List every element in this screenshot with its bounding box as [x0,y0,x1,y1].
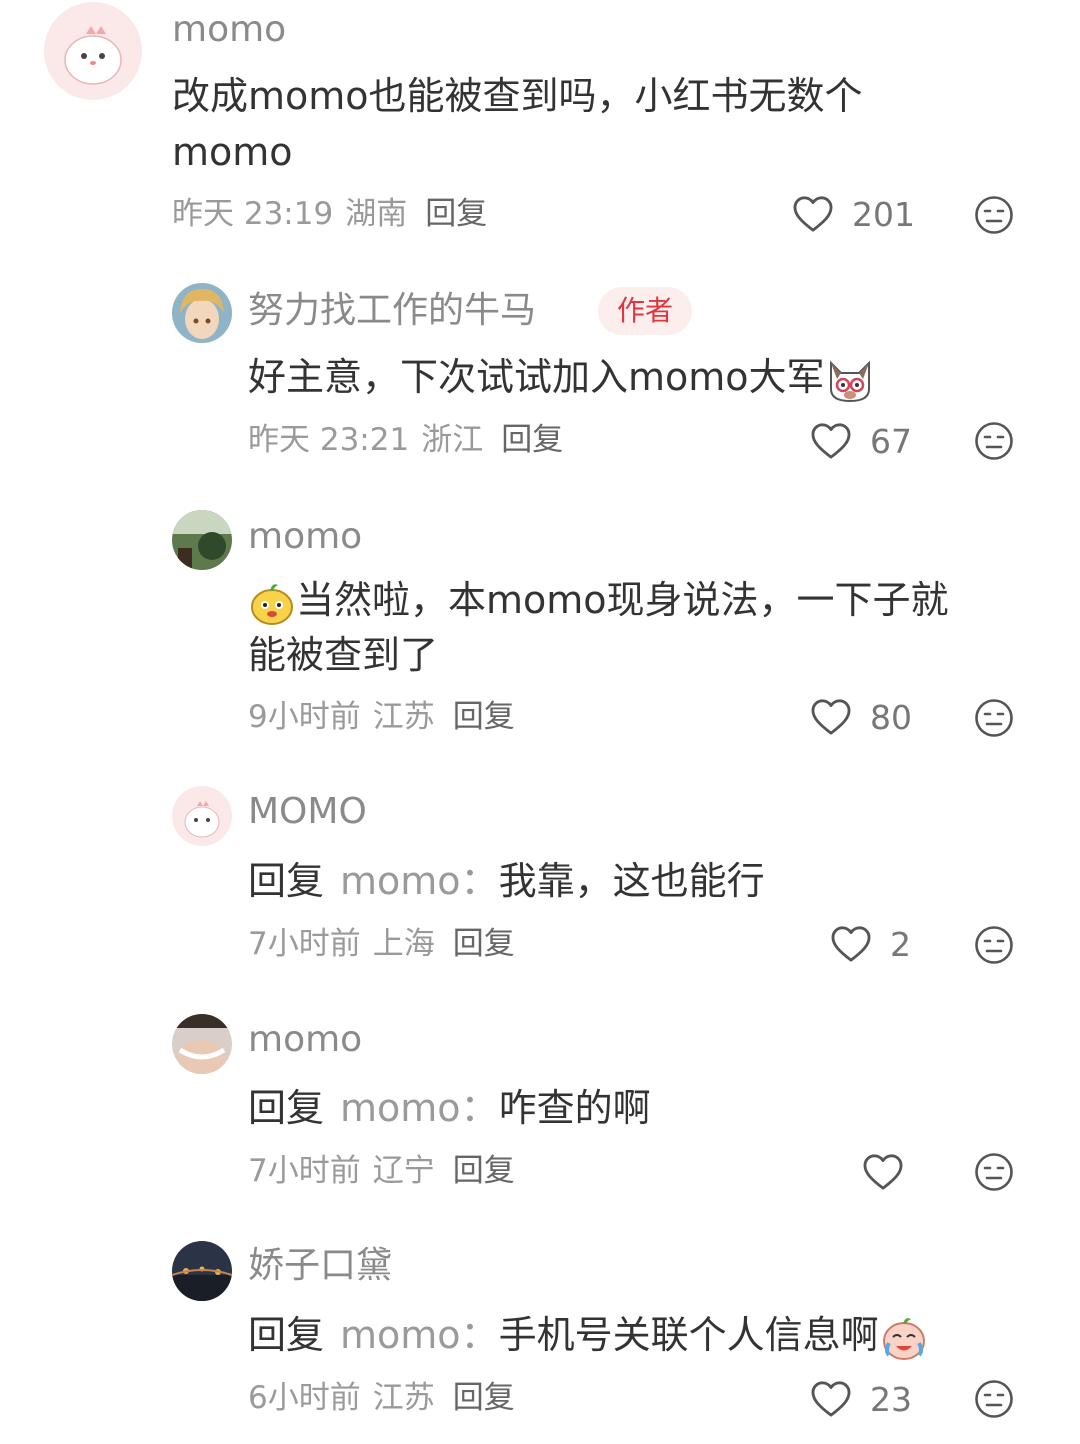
neutral-face-icon[interactable] [974,195,1014,235]
avatar[interactable] [172,786,232,846]
comment-text-line2: momo [172,130,293,174]
reply-prefix: 回复 [248,859,325,903]
heart-outline-icon [810,1380,852,1418]
comment-meta: 昨天 23:21 浙江 回复 [248,420,575,460]
comment-text-body: 我靠，这也能行 [498,859,765,903]
reply-button[interactable]: 回复 [453,699,515,735]
username[interactable]: MOMO [248,790,367,834]
yellow-character-emoji-icon [251,583,293,625]
timestamp: 9小时前 [248,699,361,735]
like-button[interactable] [862,1150,922,1194]
like-button[interactable]: 80 [810,695,912,739]
username[interactable]: momo [248,515,362,559]
like-button[interactable]: 2 [830,922,911,966]
like-count: 23 [870,1379,912,1419]
comment-text-body: 好主意，下次试试加入momo大军 [248,355,825,399]
reply-target-user[interactable]: momo： [340,859,499,903]
avatar[interactable] [172,1241,232,1301]
timestamp: 7小时前 [248,926,361,962]
comment-text: 回复 momo：手机号关联个人信息啊 [248,1307,929,1363]
comment-meta: 6小时前 江苏 回复 [248,1378,527,1418]
location: 辽宁 [372,1153,435,1189]
neutral-face-icon[interactable] [974,1379,1014,1419]
heart-outline-icon [830,925,872,963]
heart-outline-icon [810,698,852,736]
like-count: 80 [870,697,912,737]
comment-text-body: 当然啦，本momo现身说法，一下子就 [296,578,949,622]
crying-laughing-emoji-icon [882,1317,925,1360]
reply-prefix: 回复 [248,1086,325,1130]
username[interactable]: momo [172,8,286,52]
timestamp: 昨天 23:19 [172,196,334,232]
heart-outline-icon [810,422,852,460]
like-button[interactable]: 67 [810,419,912,463]
timestamp: 6小时前 [248,1380,361,1416]
cat-emoji-icon [829,360,870,402]
reply-prefix: 回复 [248,1313,325,1357]
like-count: 201 [852,194,915,234]
neutral-face-icon[interactable] [974,925,1014,965]
comment-text: 当然啦，本momo现身说法，一下子就 [248,572,949,628]
comment-meta: 9小时前 江苏 回复 [248,697,527,737]
heart-outline-icon [862,1153,904,1191]
like-count: 2 [890,924,911,964]
timestamp: 7小时前 [248,1153,361,1189]
location: 上海 [372,926,435,962]
username[interactable]: momo [248,1018,362,1062]
comment-text-line2: 能被查到了 [248,633,439,677]
location: 湖南 [345,196,408,232]
comment-text-body: 咋查的啊 [498,1086,651,1130]
timestamp: 昨天 23:21 [248,422,410,458]
neutral-face-icon[interactable] [974,698,1014,738]
comment-text: 好主意，下次试试加入momo大军 [248,349,875,405]
reply-target-user[interactable]: momo： [340,1086,499,1130]
avatar[interactable] [172,283,232,343]
comment-meta: 7小时前 上海 回复 [248,924,527,964]
avatar[interactable] [172,510,232,570]
location: 江苏 [372,1380,435,1416]
username[interactable]: 娇子口黛 [248,1244,392,1288]
comment-text: 改成momo也能被查到吗，小红书无数个 [172,74,863,118]
neutral-face-icon[interactable] [974,421,1014,461]
username[interactable]: 努力找工作的牛马 [248,289,536,333]
heart-outline-icon [792,195,834,233]
comment-text: 回复 momo：我靠，这也能行 [248,853,765,909]
like-button[interactable]: 23 [810,1377,912,1421]
like-count: 67 [870,421,912,461]
reply-button[interactable]: 回复 [501,422,563,458]
comment-text: 回复 momo：咋查的啊 [248,1080,651,1136]
comment-meta: 昨天 23:19 湖南 回复 [172,194,499,234]
reply-button[interactable]: 回复 [425,196,487,232]
avatar[interactable] [172,1014,232,1074]
comment-text-body: 手机号关联个人信息啊 [498,1313,879,1357]
reply-button[interactable]: 回复 [453,926,515,962]
location: 浙江 [421,422,484,458]
reply-target-user[interactable]: momo： [340,1313,499,1357]
reply-button[interactable]: 回复 [453,1153,515,1189]
author-badge: 作者 [598,287,692,335]
like-button[interactable]: 201 [792,192,915,236]
reply-button[interactable]: 回复 [453,1380,515,1416]
comment-meta: 7小时前 辽宁 回复 [248,1151,527,1191]
avatar[interactable] [44,2,142,100]
location: 江苏 [372,699,435,735]
neutral-face-icon[interactable] [974,1152,1014,1192]
